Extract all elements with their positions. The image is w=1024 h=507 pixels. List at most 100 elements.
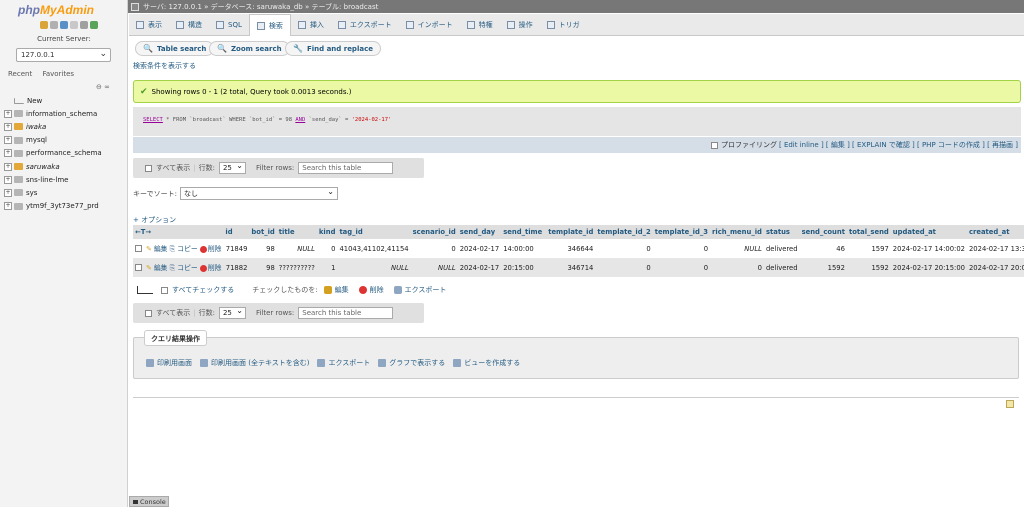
- expand-icon[interactable]: +: [4, 175, 12, 184]
- options-link[interactable]: + オプション: [133, 215, 176, 225]
- copy-row-button[interactable]: ⎘ コピー: [170, 245, 198, 253]
- bookmark-icon[interactable]: [1006, 400, 1014, 408]
- tab-search[interactable]: 検索: [248, 14, 291, 36]
- delete-row-button[interactable]: 削除: [199, 264, 221, 272]
- expand-icon[interactable]: +: [4, 188, 12, 197]
- column-header-id[interactable]: id: [223, 225, 250, 239]
- cell-kind[interactable]: 1: [316, 258, 338, 277]
- cell-template_id[interactable]: 346644: [546, 239, 596, 258]
- print-full-link[interactable]: 印刷用画面 (全テキストを含む): [200, 358, 309, 368]
- column-header-kind[interactable]: kind: [316, 225, 338, 239]
- cell-scenario_id[interactable]: 0: [410, 239, 458, 258]
- column-header-send_time[interactable]: send_time: [501, 225, 547, 239]
- rows-select-bottom[interactable]: 25: [218, 306, 246, 319]
- cell-template_id[interactable]: 346714: [546, 258, 596, 277]
- breadcrumb-text[interactable]: サーバ: 127.0.0.1 » データベース: saruwaka_db » テ…: [143, 2, 378, 12]
- database-item[interactable]: + saruwaka: [4, 160, 126, 173]
- cell-template_id_2[interactable]: 0: [595, 258, 653, 277]
- copy-row-button[interactable]: ⎘ コピー: [170, 264, 198, 272]
- expand-icon[interactable]: +: [4, 122, 12, 131]
- arrow-header[interactable]: ←T→: [133, 225, 224, 239]
- print-view-link[interactable]: 印刷用画面: [146, 358, 192, 368]
- favorites-tab[interactable]: Favorites: [42, 70, 74, 78]
- help-icon[interactable]: [60, 21, 68, 29]
- bulk-export-button[interactable]: エクスポート: [393, 285, 446, 295]
- tab-import[interactable]: インポート: [399, 14, 460, 36]
- row-checkbox[interactable]: [135, 264, 142, 271]
- cell-send_time[interactable]: 20:15:00: [501, 258, 547, 277]
- cell-send_count[interactable]: 46: [799, 239, 847, 258]
- show-all-checkbox-bottom[interactable]: [145, 309, 152, 317]
- cell-rich_menu_id[interactable]: NULL: [710, 239, 764, 258]
- profiling-checkbox[interactable]: [710, 141, 718, 149]
- cell-tag_id[interactable]: NULL: [337, 258, 411, 277]
- expand-icon[interactable]: +: [4, 136, 12, 145]
- database-name[interactable]: New: [27, 97, 42, 105]
- database-name[interactable]: sns-line-lme: [26, 176, 69, 184]
- check-all-checkbox[interactable]: [161, 286, 168, 294]
- column-header-title[interactable]: title: [276, 225, 317, 239]
- find-replace-subtab[interactable]: 🔧 Find and replace: [285, 41, 381, 56]
- cell-bot_id[interactable]: 98: [249, 239, 277, 258]
- cell-send_day[interactable]: 2024-02-17: [457, 258, 502, 277]
- cell-total_send[interactable]: 1592: [846, 258, 891, 277]
- column-header-tag_id[interactable]: tag_id: [337, 225, 411, 239]
- cell-status[interactable]: delivered: [763, 258, 800, 277]
- logout-icon[interactable]: [50, 21, 58, 29]
- home-icon[interactable]: [40, 21, 48, 29]
- cell-updated_at[interactable]: 2024-02-17 20:15:00: [890, 258, 967, 277]
- cell-updated_at[interactable]: 2024-02-17 14:00:02: [890, 239, 967, 258]
- cell-title[interactable]: ??????????: [276, 258, 317, 277]
- zoom-search-subtab[interactable]: 🔍 Zoom search: [209, 41, 290, 56]
- cell-send_time[interactable]: 14:00:00: [501, 239, 547, 258]
- cell-total_send[interactable]: 1597: [846, 239, 891, 258]
- database-item[interactable]: + performance_schema: [4, 147, 126, 160]
- sql-option-links[interactable]: [ Edit inline ] [ 編集 ] [ EXPLAIN で確認 ] […: [779, 140, 1018, 150]
- sql-query-box[interactable]: SELECT * FROM `broadcast` WHERE `bot_id`…: [133, 107, 1021, 136]
- reload-icon[interactable]: [90, 21, 98, 29]
- cell-kind[interactable]: 0: [316, 239, 338, 258]
- database-item[interactable]: + sns-line-lme: [4, 173, 126, 186]
- tab-triggers[interactable]: トリガ: [540, 14, 587, 36]
- phpmyadmin-logo[interactable]: phpMyAdmin: [18, 3, 94, 17]
- database-item[interactable]: New: [4, 94, 126, 107]
- docs-icon[interactable]: [70, 21, 78, 29]
- settings-icon[interactable]: [80, 21, 88, 29]
- column-header-send_count[interactable]: send_count: [799, 225, 847, 239]
- chart-link[interactable]: グラフで表示する: [378, 358, 445, 368]
- column-header-scenario_id[interactable]: scenario_id: [410, 225, 458, 239]
- create-view-link[interactable]: ビューを作成する: [453, 358, 520, 368]
- check-all-label[interactable]: すべてチェックする: [172, 285, 234, 295]
- cell-template_id_3[interactable]: 0: [652, 258, 711, 277]
- cell-rich_menu_id[interactable]: 0: [710, 258, 764, 277]
- tab-browse[interactable]: 表示: [129, 14, 169, 36]
- tab-export[interactable]: エクスポート: [331, 14, 399, 36]
- cell-title[interactable]: NULL: [276, 239, 317, 258]
- column-header-template_id[interactable]: template_id: [546, 225, 596, 239]
- row-checkbox[interactable]: [135, 245, 142, 252]
- column-header-created_at[interactable]: created_at: [966, 225, 1024, 239]
- cell-created_at[interactable]: 2024-02-17 20:07:55: [966, 258, 1024, 277]
- table-search-subtab[interactable]: 🔍 Table search: [135, 41, 215, 56]
- column-header-total_send[interactable]: total_send: [846, 225, 891, 239]
- cell-id[interactable]: 71849: [223, 239, 250, 258]
- recent-tab[interactable]: Recent: [8, 70, 32, 78]
- database-name[interactable]: iwaka: [26, 123, 46, 131]
- edit-row-button[interactable]: ✎ 編集: [146, 264, 167, 272]
- delete-row-button[interactable]: 削除: [199, 245, 221, 253]
- cell-template_id_3[interactable]: 0: [652, 239, 711, 258]
- tab-sql[interactable]: SQL: [209, 14, 249, 36]
- edit-row-button[interactable]: ✎ 編集: [146, 245, 167, 253]
- database-item[interactable]: + iwaka: [4, 120, 126, 133]
- tab-structure[interactable]: 構造: [169, 14, 209, 36]
- column-header-updated_at[interactable]: updated_at: [890, 225, 967, 239]
- tab-insert[interactable]: 挿入: [291, 14, 331, 36]
- database-item[interactable]: + information_schema: [4, 107, 126, 120]
- expand-icon[interactable]: +: [4, 149, 12, 158]
- database-item[interactable]: + sys: [4, 186, 126, 199]
- show-all-checkbox[interactable]: [145, 164, 152, 172]
- database-item[interactable]: + ytm9f_3yt73e77_prd: [4, 200, 126, 213]
- tab-operations[interactable]: 操作: [500, 14, 540, 36]
- export-link[interactable]: エクスポート: [317, 358, 370, 368]
- server-select[interactable]: 127.0.0.1: [16, 48, 111, 62]
